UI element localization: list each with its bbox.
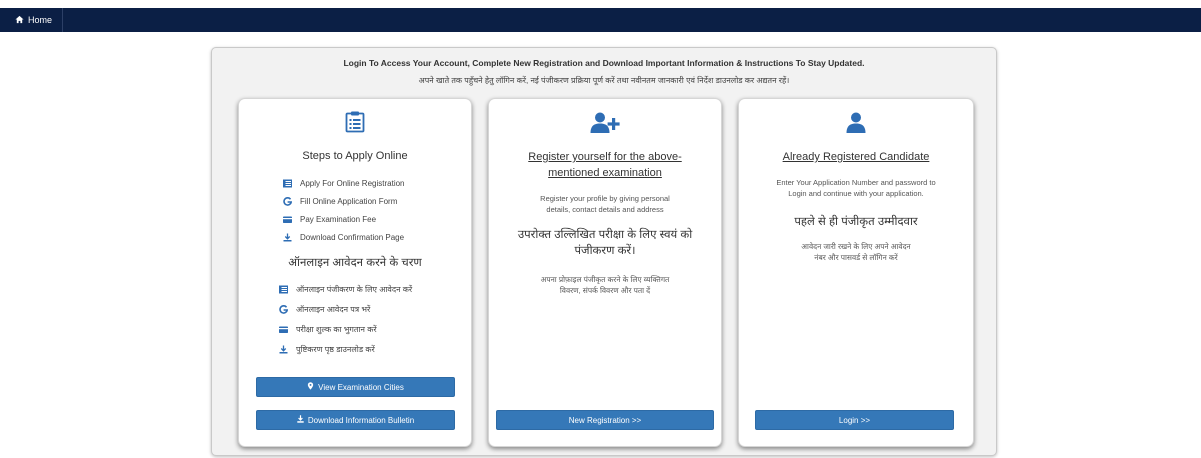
login-description: Enter Your Application Number and passwo… [739,177,973,199]
login-title-hindi: पहले से ही पंजीकृत उम्मीदवार [794,216,918,228]
steps-list-english: Apply For Online Registration Fill Onlin… [283,174,405,246]
step-fill-form-hi: ऑनलाइन आवेदन पत्र भरें [279,299,412,319]
top-navbar: Home [0,8,1201,32]
view-examination-cities-label: View Examination Cities [318,382,404,392]
step-apply-registration-hi: ऑनलाइन पंजीकरण के लिए आवेदन करें [279,279,412,299]
register-title-hindi-line2: पंजीकरण करें। [574,245,636,257]
user-icon [846,112,866,134]
view-examination-cities-button[interactable]: View Examination Cities [256,377,455,397]
step-label: Pay Examination Fee [300,214,377,224]
home-icon [15,15,24,26]
login-card: Already Registered Candidate Enter Your … [738,98,974,447]
download-information-bulletin-button[interactable]: Download Information Bulletin [256,410,455,430]
step-label: परीक्षा शुल्क का भुगतान करें [296,324,377,334]
step-label: Apply For Online Registration [300,178,405,188]
register-desc-hindi-line1: अपना प्रोफ़ाइल पंजीकृत करने के लिए व्यक्… [540,275,670,284]
google-g-icon [279,304,288,314]
google-g-icon [283,196,292,206]
register-desc-hindi-line2: विवरण, संपर्क विवरण और पता दें [559,286,651,295]
step-label: ऑनलाइन पंजीकरण के लिए आवेदन करें [296,284,413,294]
register-title: Register yourself for the above- mention… [489,149,721,181]
credit-card-icon [283,215,292,224]
download-icon [297,415,304,425]
register-desc-line1: Register your profile by giving personal [540,194,670,203]
steps-title-hindi: ऑनलाइन आवेदन करने के चरण [288,257,422,269]
new-registration-button[interactable]: New Registration >> [496,410,714,430]
user-plus-icon [590,112,620,134]
login-button[interactable]: Login >> [755,410,954,430]
list-icon [283,179,292,188]
list-icon [279,285,288,294]
register-title-line1: Register yourself for the above- [528,151,682,163]
step-download-confirmation-hi: पुष्टिकरण पृष्ठ डाउनलोड करें [279,339,412,359]
step-label: पुष्टिकरण पृष्ठ डाउनलोड करें [296,344,375,354]
register-title-hindi-line1: उपरोक्त उल्लिखित परीक्षा के लिए स्वयं को [517,229,693,241]
register-card: Register yourself for the above- mention… [488,98,722,447]
intro-text-hindi: अपने खाते तक पहुँचने हेतु लॉगिन करें, नई… [418,76,790,85]
download-icon [279,345,288,354]
intro-text-english: Login To Access Your Account, Complete N… [343,58,865,68]
register-title-hindi: उपरोक्त उल्लिखित परीक्षा के लिए स्वयं को… [489,227,721,259]
login-label: Login >> [838,415,871,425]
login-desc-line1: Enter Your Application Number and passwo… [776,178,936,187]
step-label: Download Confirmation Page [300,232,405,242]
steps-title: Steps to Apply Online [302,150,408,162]
register-description: Register your profile by giving personal… [489,193,721,215]
step-apply-registration: Apply For Online Registration [283,174,405,192]
register-description-hindi: अपना प्रोफ़ाइल पंजीकृत करने के लिए व्यक्… [489,274,721,296]
download-information-bulletin-label: Download Information Bulletin [307,415,415,425]
register-title-line2: mentioned examination [548,167,662,179]
map-marker-icon [307,382,314,392]
login-description-hindi: आवेदन जारी रखने के लिए अपने आवेदन नंबर औ… [739,241,973,263]
login-desc-hindi-line2: नंबर और पासवर्ड से लॉगिन करें [814,253,898,262]
login-title: Already Registered Candidate [782,151,930,163]
home-label: Home [28,15,53,25]
login-desc-hindi-line1: आवेदन जारी रखने के लिए अपने आवेदन [801,242,911,251]
login-desc-line2: Login and continue with your application… [788,189,924,198]
new-registration-label: New Registration >> [568,415,642,425]
step-pay-fee: Pay Examination Fee [283,210,405,228]
step-pay-fee-hi: परीक्षा शुल्क का भुगतान करें [279,319,412,339]
register-desc-line2: details, contact details and address [546,205,664,214]
step-fill-form: Fill Online Application Form [283,192,405,210]
step-label: ऑनलाइन आवेदन पत्र भरें [296,304,371,314]
list-document-icon [345,111,365,133]
home-link[interactable]: Home [0,8,63,32]
step-download-confirmation: Download Confirmation Page [283,228,405,246]
login-panel: Login To Access Your Account, Complete N… [211,47,997,456]
step-label: Fill Online Application Form [300,196,398,206]
steps-list-hindi: ऑनलाइन पंजीकरण के लिए आवेदन करें ऑनलाइन … [279,279,412,359]
download-icon [283,233,292,242]
steps-card: Steps to Apply Online Apply For Online R… [238,98,472,447]
credit-card-icon [279,325,288,334]
